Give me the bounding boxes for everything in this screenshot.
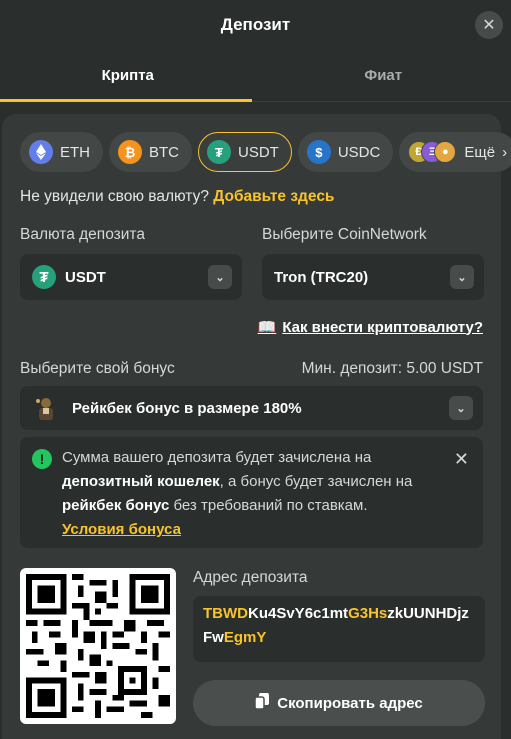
address-segment: TBWD [203,605,248,622]
coin-label: ETH [60,143,90,161]
not-found-text: Не увидели свою валюту? [20,188,209,205]
tab-fiat[interactable]: Фиат [256,50,511,101]
bonus-icon [32,394,60,422]
add-currency-link[interactable]: Добавьте здесь [213,188,334,205]
currency-value: USDT [65,268,106,286]
network-label: Выберите CoinNetwork [262,226,427,243]
page-title: Депозит [220,15,291,34]
currency-not-found: Не увидели свою валюту? Добавьте здесь [20,188,334,206]
book-icon: 📖 [257,319,277,336]
bonus-label: Выберите свой бонус [20,360,175,377]
close-icon[interactable]: ✕ [454,447,469,471]
currency-label: Валюта депозита [20,226,145,243]
currency-select[interactable]: ₮ USDT ⌄ [20,254,242,300]
bonus-select[interactable]: Рейкбек бонус в размере 180% ⌄ [20,386,483,430]
coin-eth[interactable]: ETH [20,132,103,172]
network-value: Tron (TRC20) [274,268,369,286]
deposit-address[interactable]: TBWDKu4SvY6c1mtG3HszkUUNHDjzFwEgmY [193,596,485,662]
how-to-deposit-link[interactable]: 📖 Как внести криптовалюту? [257,318,483,337]
network-select[interactable]: Tron (TRC20) ⌄ [262,254,484,300]
btc-icon: ₿ [118,140,142,164]
chevron-down-icon: ⌄ [449,396,473,420]
notice-bold: рейкбек бонус [62,497,170,514]
chevron-down-icon: ⌄ [208,265,232,289]
copy-address-button[interactable]: Скопировать адрес [193,680,485,726]
header: Депозит ✕ [0,0,511,50]
alert-icon: ! [32,449,52,469]
coin-label: BTC [149,143,179,161]
tab-crypto[interactable]: Крипта [0,50,256,101]
usdc-icon: $ [306,140,331,164]
coin-label: USDC [337,143,381,161]
eth-icon [29,140,53,164]
how-to-label: Как внести криптовалюту? [282,318,483,336]
chevron-right-icon: › [502,143,508,161]
coin-selector: ETH ₿ BTC ₮ USDT $ USDC Ð Ξ ● Ещё › [20,132,511,172]
notice-text: , а бонус будет зачислен на [219,473,413,490]
coin-usdc[interactable]: $ USDC [297,132,394,172]
address-segment: Ku4SvY6c1mt [248,605,349,622]
address-segment: EgmY [223,629,267,646]
coin-btc[interactable]: ₿ BTC [109,132,192,172]
usdt-icon: ₮ [207,140,231,164]
deposit-panel: ETH ₿ BTC ₮ USDT $ USDC Ð Ξ ● Ещё › Не у… [2,114,511,739]
usdt-icon: ₮ [32,265,56,289]
address-label: Адрес депозита [193,569,308,586]
chevron-down-icon: ⌄ [450,265,474,289]
bonus-notice: ! ✕ Сумма вашего депозита будет зачислен… [20,437,483,548]
close-icon[interactable]: ✕ [475,11,503,39]
qr-code [20,568,176,724]
more-coins-button[interactable]: Ð Ξ ● Ещё › [399,132,511,172]
bonus-terms-link[interactable]: Условия бонуса [62,521,181,538]
coin-label: USDT [238,143,279,161]
coin-usdt[interactable]: ₮ USDT [198,132,292,172]
coin-label: Ещё [464,143,496,161]
notice-text: Сумма вашего депозита будет зачислена на [62,449,372,466]
bonus-value: Рейкбек бонус в размере 180% [72,399,302,417]
copy-button-label: Скопировать адрес [277,694,423,712]
notice-bold: депозитный кошелек [62,473,220,490]
notice-text: без требований по ставкам. [169,497,368,514]
min-deposit: Мин. депозит: 5.00 USDT [301,360,483,377]
copy-icon [254,693,270,713]
more-coins-icon: Ð Ξ ● [408,141,457,163]
address-segment: G3Hs [348,605,388,622]
tab-bar: Крипта Фиат [0,50,511,102]
